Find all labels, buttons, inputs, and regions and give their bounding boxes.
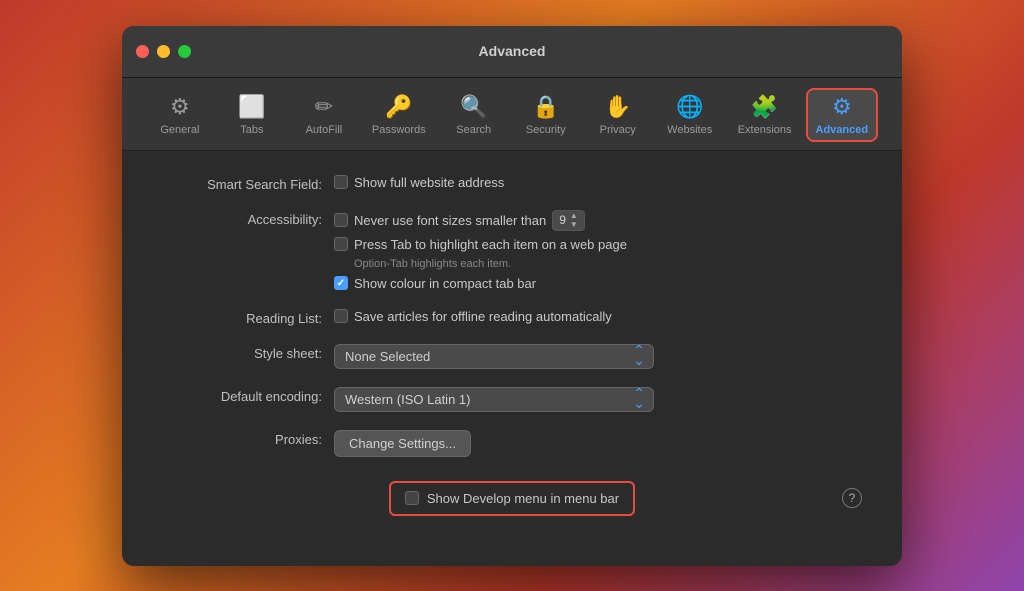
smart-search-checkbox[interactable] bbox=[334, 175, 348, 189]
reading-list-checkbox[interactable] bbox=[334, 309, 348, 323]
font-size-checkbox[interactable] bbox=[334, 213, 348, 227]
tab-passwords[interactable]: 🔑 Passwords bbox=[362, 88, 436, 142]
general-icon: ⚙ bbox=[170, 94, 190, 120]
compact-tab-option: Show colour in compact tab bar bbox=[354, 276, 536, 291]
tab-autofill[interactable]: ✏ AutoFill bbox=[290, 88, 358, 142]
style-sheet-value: None Selected bbox=[345, 349, 430, 364]
websites-icon: 🌐 bbox=[676, 94, 703, 120]
tab-advanced[interactable]: ⚙ Advanced bbox=[806, 88, 879, 142]
encoding-dropdown[interactable]: Western (ISO Latin 1) ⌃ ⌄ bbox=[334, 387, 654, 412]
font-size-value: 9 bbox=[559, 213, 566, 227]
tab-privacy-label: Privacy bbox=[600, 124, 636, 136]
search-icon: 🔍 bbox=[460, 94, 487, 120]
tab-general[interactable]: ⚙ General bbox=[146, 88, 214, 142]
close-button[interactable] bbox=[136, 45, 149, 58]
smart-search-controls: Show full website address bbox=[334, 175, 504, 190]
tab-security[interactable]: 🔒 Security bbox=[512, 88, 580, 142]
compact-tab-row: Show colour in compact tab bar bbox=[334, 276, 627, 291]
privacy-icon: ✋ bbox=[604, 94, 631, 120]
accessibility-row: Accessibility: Never use font sizes smal… bbox=[162, 210, 862, 291]
tab-tabs-label: Tabs bbox=[240, 124, 263, 136]
develop-menu-row: Show Develop menu in menu bar ? bbox=[162, 481, 862, 516]
reading-list-controls: Save articles for offline reading automa… bbox=[334, 309, 612, 324]
develop-menu-checkbox[interactable] bbox=[405, 491, 419, 505]
help-icon: ? bbox=[849, 491, 856, 505]
smart-search-label: Smart Search Field: bbox=[162, 175, 322, 192]
encoding-label: Default encoding: bbox=[162, 387, 322, 404]
toolbar: ⚙ General ⬜ Tabs ✏ AutoFill 🔑 Passwords … bbox=[122, 78, 902, 151]
accessibility-label: Accessibility: bbox=[162, 210, 322, 227]
tab-highlight-option: Press Tab to highlight each item on a we… bbox=[354, 237, 627, 252]
font-size-option: Never use font sizes smaller than bbox=[354, 213, 546, 228]
accessibility-controls: Never use font sizes smaller than 9 ▲ ▼ … bbox=[334, 210, 627, 291]
tabs-icon: ⬜ bbox=[238, 94, 265, 120]
compact-tab-checkbox[interactable] bbox=[334, 276, 348, 290]
tab-search[interactable]: 🔍 Search bbox=[440, 88, 508, 142]
extensions-icon: 🧩 bbox=[751, 94, 778, 120]
tab-search-label: Search bbox=[456, 124, 491, 136]
minimize-button[interactable] bbox=[157, 45, 170, 58]
proxies-label: Proxies: bbox=[162, 430, 322, 447]
develop-menu-label: Show Develop menu in menu bar bbox=[427, 491, 619, 506]
tab-passwords-label: Passwords bbox=[372, 124, 426, 136]
tab-autofill-label: AutoFill bbox=[306, 124, 343, 136]
tab-highlight-hint: Option-Tab highlights each item. bbox=[334, 258, 627, 270]
reading-list-option: Save articles for offline reading automa… bbox=[354, 309, 612, 324]
style-sheet-row: Style sheet: None Selected ⌃ ⌄ bbox=[162, 344, 862, 369]
style-sheet-dropdown[interactable]: None Selected ⌃ ⌄ bbox=[334, 344, 654, 369]
tab-general-label: General bbox=[160, 124, 199, 136]
tab-security-label: Security bbox=[526, 124, 566, 136]
tab-tabs[interactable]: ⬜ Tabs bbox=[218, 88, 286, 142]
security-icon: 🔒 bbox=[532, 94, 559, 120]
change-settings-button[interactable]: Change Settings... bbox=[334, 430, 471, 457]
encoding-row: Default encoding: Western (ISO Latin 1) … bbox=[162, 387, 862, 412]
tab-highlight-checkbox[interactable] bbox=[334, 237, 348, 251]
stepper-down-icon[interactable]: ▼ bbox=[570, 221, 578, 229]
autofill-icon: ✏ bbox=[315, 94, 333, 120]
window-title: Advanced bbox=[479, 43, 546, 59]
traffic-lights bbox=[136, 45, 191, 58]
develop-menu-container: Show Develop menu in menu bar bbox=[389, 481, 635, 516]
stepper-arrows: ▲ ▼ bbox=[570, 212, 578, 229]
help-button[interactable]: ? bbox=[842, 488, 862, 508]
style-sheet-label: Style sheet: bbox=[162, 344, 322, 361]
passwords-icon: 🔑 bbox=[385, 94, 412, 120]
reading-list-label: Reading List: bbox=[162, 309, 322, 326]
encoding-value: Western (ISO Latin 1) bbox=[345, 392, 470, 407]
stepper-up-icon[interactable]: ▲ bbox=[570, 212, 578, 220]
tab-websites-label: Websites bbox=[667, 124, 712, 136]
proxies-row: Proxies: Change Settings... bbox=[162, 430, 862, 457]
advanced-icon: ⚙ bbox=[832, 94, 852, 120]
tab-websites[interactable]: 🌐 Websites bbox=[656, 88, 724, 142]
font-size-stepper[interactable]: 9 ▲ ▼ bbox=[552, 210, 585, 231]
tab-extensions[interactable]: 🧩 Extensions bbox=[728, 88, 802, 142]
chevron-updown-icon: ⌃ ⌄ bbox=[633, 346, 645, 366]
titlebar: Advanced bbox=[122, 26, 902, 78]
tab-privacy[interactable]: ✋ Privacy bbox=[584, 88, 652, 142]
reading-list-row: Reading List: Save articles for offline … bbox=[162, 309, 862, 326]
smart-search-row: Smart Search Field: Show full website ad… bbox=[162, 175, 862, 192]
encoding-chevron-icon: ⌃ ⌄ bbox=[633, 389, 645, 409]
tab-extensions-label: Extensions bbox=[738, 124, 792, 136]
font-size-row: Never use font sizes smaller than 9 ▲ ▼ bbox=[334, 210, 627, 231]
tab-highlight-row: Press Tab to highlight each item on a we… bbox=[334, 237, 627, 252]
smart-search-option: Show full website address bbox=[354, 175, 504, 190]
safari-preferences-window: Advanced ⚙ General ⬜ Tabs ✏ AutoFill 🔑 P… bbox=[122, 26, 902, 566]
content-area: Smart Search Field: Show full website ad… bbox=[122, 151, 902, 566]
tab-advanced-label: Advanced bbox=[816, 124, 869, 136]
maximize-button[interactable] bbox=[178, 45, 191, 58]
